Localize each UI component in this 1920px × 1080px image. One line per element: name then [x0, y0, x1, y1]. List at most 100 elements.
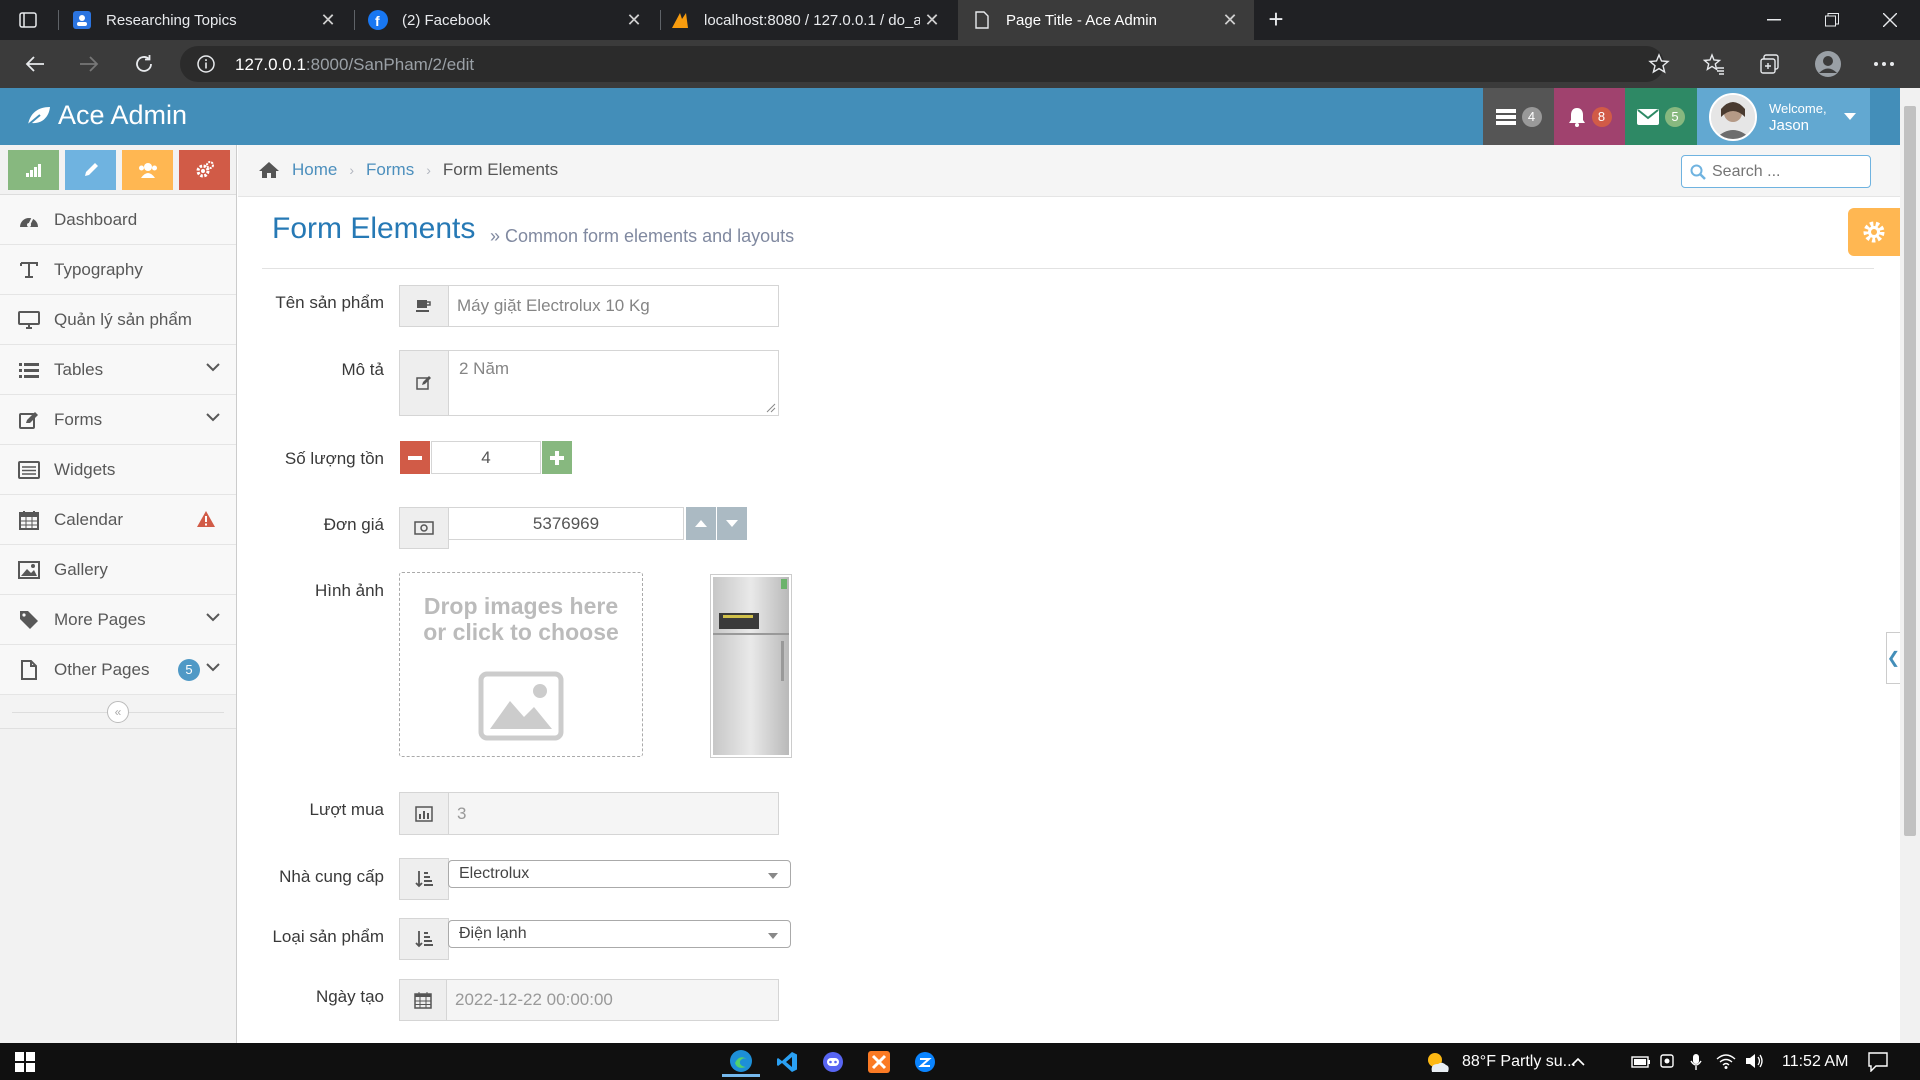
nav-search[interactable] [1681, 155, 1871, 188]
sidebar-item-label: Other Pages [54, 659, 150, 679]
price-down-button[interactable] [717, 507, 747, 540]
chevron-up-icon[interactable] [1571, 1057, 1585, 1067]
description-label: Mô tả [341, 360, 384, 379]
search-input[interactable] [1712, 162, 1862, 181]
wifi-icon[interactable] [1716, 1053, 1736, 1069]
settings-shortcut-button[interactable] [179, 149, 230, 190]
stock-input[interactable] [431, 441, 541, 474]
tab-ace-admin[interactable]: Page Title - Ace Admin ✕ [958, 0, 1254, 40]
close-icon[interactable]: ✕ [624, 10, 644, 30]
discord-icon[interactable] [814, 1047, 852, 1077]
name-label: Tên sản phẩm [275, 293, 384, 312]
description-textarea[interactable]: 2 Năm [448, 350, 779, 416]
restore-icon[interactable] [1803, 0, 1861, 40]
created-addon [399, 979, 447, 1021]
image-dropzone[interactable]: Drop images here or click to choose [399, 572, 643, 757]
sidebar-item-forms[interactable]: Forms [0, 395, 236, 445]
sidebar-item-gallery[interactable]: Gallery [0, 545, 236, 595]
refresh-icon[interactable] [124, 44, 164, 84]
zalo-icon[interactable] [906, 1047, 944, 1077]
price-input[interactable] [448, 507, 684, 540]
home-icon [258, 161, 280, 179]
sidebar-item-dashboard[interactable]: Dashboard [0, 195, 236, 245]
close-icon[interactable]: ✕ [318, 10, 338, 30]
tab-facebook[interactable]: f (2) Facebook ✕ [368, 0, 658, 40]
vscode-icon[interactable] [768, 1047, 806, 1077]
page-title: Form Elements [272, 212, 476, 245]
price-up-button[interactable] [686, 507, 716, 540]
volume-icon[interactable] [1745, 1053, 1765, 1069]
brand-name: Ace Admin [58, 100, 188, 130]
weather-text[interactable]: 88°F Partly su... [1462, 1053, 1576, 1071]
sidebar-item-typography[interactable]: Typography [0, 245, 236, 295]
profile-icon[interactable] [1808, 44, 1848, 84]
increase-button[interactable] [542, 441, 572, 474]
close-icon[interactable]: ✕ [1220, 10, 1240, 30]
sidebar-item-widgets[interactable]: Widgets [0, 445, 236, 495]
info-icon[interactable] [196, 54, 216, 74]
sidebar-item-label: Calendar [54, 509, 123, 529]
clock[interactable]: 11:52 AM [1782, 1053, 1848, 1071]
users-shortcut-button[interactable] [122, 149, 173, 190]
created-label: Ngày tạo [315, 987, 384, 1006]
messages-dropdown[interactable]: 5 [1625, 88, 1697, 145]
windows-start-icon[interactable] [6, 1047, 44, 1077]
sidebar-item-more-pages[interactable]: More Pages [0, 595, 236, 645]
decrease-button[interactable] [400, 441, 430, 474]
tab-phpmyadmin[interactable]: localhost:8080 / 127.0.0.1 / do_a ✕ [670, 0, 956, 40]
url-field[interactable]: 127.0.0.1:8000/SanPham/2/edit [180, 46, 1670, 82]
close-icon[interactable]: ✕ [922, 10, 942, 30]
minimize-icon[interactable] [1745, 0, 1803, 40]
scrollbar-thumb[interactable] [1904, 106, 1916, 836]
product-name-input[interactable] [448, 285, 779, 327]
notification-center-icon[interactable] [1868, 1052, 1888, 1072]
resize-handle-icon [766, 403, 776, 413]
double-angle-left-icon[interactable]: « [107, 700, 129, 723]
microphone-icon[interactable] [1689, 1053, 1703, 1071]
stats-shortcut-button[interactable] [8, 149, 59, 190]
sidebar-item-calendar[interactable]: Calendar [0, 495, 236, 545]
side-panel-toggle[interactable]: ❮ [1886, 632, 1900, 684]
notifications-dropdown[interactable]: 8 [1554, 88, 1625, 145]
battery-icon[interactable] [1631, 1055, 1651, 1069]
supplier-select[interactable]: Electrolux [448, 860, 791, 888]
sidebar: Dashboard Typography Quản lý sản phẩm Ta… [0, 145, 237, 1043]
chevron-down-icon [206, 362, 220, 372]
more-icon[interactable] [1864, 44, 1904, 84]
breadcrumb-home[interactable]: Home [292, 160, 337, 180]
edit-shortcut-button[interactable] [65, 149, 116, 190]
tasks-dropdown[interactable]: 4 [1483, 88, 1554, 145]
sidebar-item-other-pages[interactable]: Other Pages 5 [0, 645, 236, 695]
xampp-icon[interactable] [860, 1047, 898, 1077]
favorites-icon[interactable] [1694, 44, 1734, 84]
sidebar-item-products[interactable]: Quản lý sản phẩm [0, 295, 236, 345]
product-image-thumbnail[interactable] [710, 574, 792, 758]
header-divider [262, 268, 1874, 269]
user-menu[interactable]: Welcome, Jason [1697, 88, 1870, 145]
page-scrollbar[interactable] [1900, 88, 1920, 1043]
window-close-icon[interactable] [1861, 0, 1919, 40]
sidebar-item-label: Quản lý sản phẩm [54, 309, 192, 329]
breadcrumb-forms[interactable]: Forms [366, 160, 414, 180]
edge-icon[interactable] [722, 1047, 760, 1077]
sidebar-item-tables[interactable]: Tables [0, 345, 236, 395]
brand-logo[interactable]: Ace Admin [26, 100, 187, 131]
category-select[interactable]: Điện lạnh [448, 920, 791, 948]
weather-icon[interactable] [1424, 1050, 1450, 1074]
price-label: Đơn giá [323, 515, 384, 534]
add-favorite-icon[interactable] [1648, 53, 1670, 75]
tab-researching-topics[interactable]: Researching Topics ✕ [72, 0, 352, 40]
webcam-icon[interactable] [1660, 1054, 1678, 1070]
caret-down-icon [768, 873, 778, 879]
warning-icon [196, 510, 216, 528]
forward-icon[interactable] [69, 44, 109, 84]
url-text: 127.0.0.1:8000/SanPham/2/edit [235, 55, 475, 74]
ace-settings-button[interactable] [1848, 208, 1900, 256]
tab-actions-icon[interactable] [18, 10, 38, 30]
chevron-right-icon: › [349, 162, 355, 178]
description-addon [399, 350, 449, 416]
picture-placeholder-icon [478, 671, 564, 741]
back-icon[interactable] [15, 44, 55, 84]
collections-toolbar-icon[interactable] [1750, 44, 1790, 84]
new-tab-icon[interactable]: + [1264, 6, 1288, 32]
